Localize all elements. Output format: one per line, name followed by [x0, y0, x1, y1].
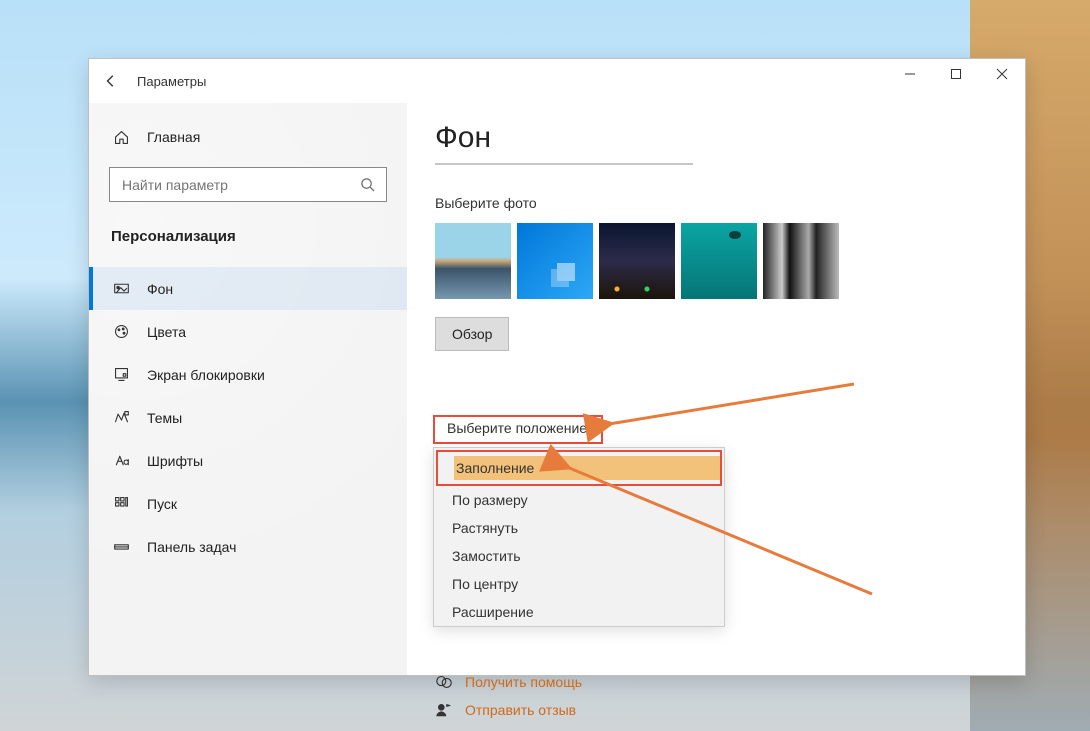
choose-fit-label: Выберите положение [433, 415, 603, 444]
sidebar: Главная Персонализация Фон Цвета Экран бло… [89, 103, 407, 675]
photo-thumb-4[interactable] [681, 223, 757, 299]
photo-thumb-2[interactable] [517, 223, 593, 299]
nav-label: Темы [147, 410, 182, 426]
nav-label: Фон [147, 281, 173, 297]
sidebar-item-0[interactable]: Фон [89, 267, 407, 310]
feedback-link[interactable]: Отправить отзыв [435, 701, 582, 719]
settings-window: Параметры Главная [88, 58, 1026, 676]
sidebar-item-2[interactable]: Экран блокировки [89, 353, 407, 396]
nav-icon-4 [111, 451, 131, 471]
sidebar-item-1[interactable]: Цвета [89, 310, 407, 353]
page-title: Фон [435, 121, 1025, 155]
fit-option-5[interactable]: Расширение [434, 598, 724, 626]
help-icon [435, 673, 453, 691]
photo-thumb-3[interactable] [599, 223, 675, 299]
window-title: Параметры [137, 74, 206, 89]
feedback-icon [435, 701, 453, 719]
nav-icon-5 [111, 494, 131, 514]
sidebar-item-4[interactable]: Шрифты [89, 439, 407, 482]
sidebar-item-3[interactable]: Темы [89, 396, 407, 439]
fit-dropdown[interactable]: Заполнение По размеруРастянутьЗамоститьПо… [433, 447, 725, 627]
search-input[interactable] [109, 167, 387, 202]
browse-button[interactable]: Обзор [435, 317, 509, 351]
home-label: Главная [147, 129, 200, 145]
get-help-label: Получить помощь [465, 674, 582, 690]
search-icon [360, 177, 376, 193]
nav-icon-1 [111, 322, 131, 342]
nav-icon-0 [111, 279, 131, 299]
fit-option-0[interactable]: Заполнение [454, 456, 720, 480]
nav-label: Панель задач [147, 539, 236, 555]
fit-option-3[interactable]: Замостить [434, 542, 724, 570]
nav-icon-6 [111, 537, 131, 557]
title-underline [435, 163, 693, 165]
nav-icon-3 [111, 408, 131, 428]
sidebar-item-6[interactable]: Панель задач [89, 525, 407, 568]
title-bar: Параметры [89, 59, 1025, 103]
minimize-button[interactable] [887, 59, 933, 89]
nav-label: Шрифты [147, 453, 203, 469]
photo-thumb-5[interactable] [763, 223, 839, 299]
fit-option-0-highlight[interactable]: Заполнение [436, 450, 722, 486]
fit-option-1[interactable]: По размеру [434, 486, 724, 514]
sidebar-item-5[interactable]: Пуск [89, 482, 407, 525]
photo-thumbnails [435, 223, 1025, 299]
help-links: Получить помощь Отправить отзыв [435, 673, 582, 729]
nav-icon-2 [111, 365, 131, 385]
photo-thumb-1[interactable] [435, 223, 511, 299]
desktop-wallpaper: Параметры Главная [0, 0, 1090, 731]
nav-label: Экран блокировки [147, 367, 265, 383]
feedback-label: Отправить отзыв [465, 702, 576, 718]
close-button[interactable] [979, 59, 1025, 89]
search-field[interactable] [120, 176, 360, 194]
get-help-link[interactable]: Получить помощь [435, 673, 582, 691]
category-title: Персонализация [89, 202, 407, 259]
nav-label: Пуск [147, 496, 177, 512]
back-button[interactable] [101, 71, 121, 91]
nav-label: Цвета [147, 324, 186, 340]
choose-photo-label: Выберите фото [435, 195, 1025, 211]
fit-option-2[interactable]: Растянуть [434, 514, 724, 542]
home-icon [111, 127, 131, 147]
home-link[interactable]: Главная [89, 121, 407, 153]
fit-option-4[interactable]: По центру [434, 570, 724, 598]
maximize-button[interactable] [933, 59, 979, 89]
